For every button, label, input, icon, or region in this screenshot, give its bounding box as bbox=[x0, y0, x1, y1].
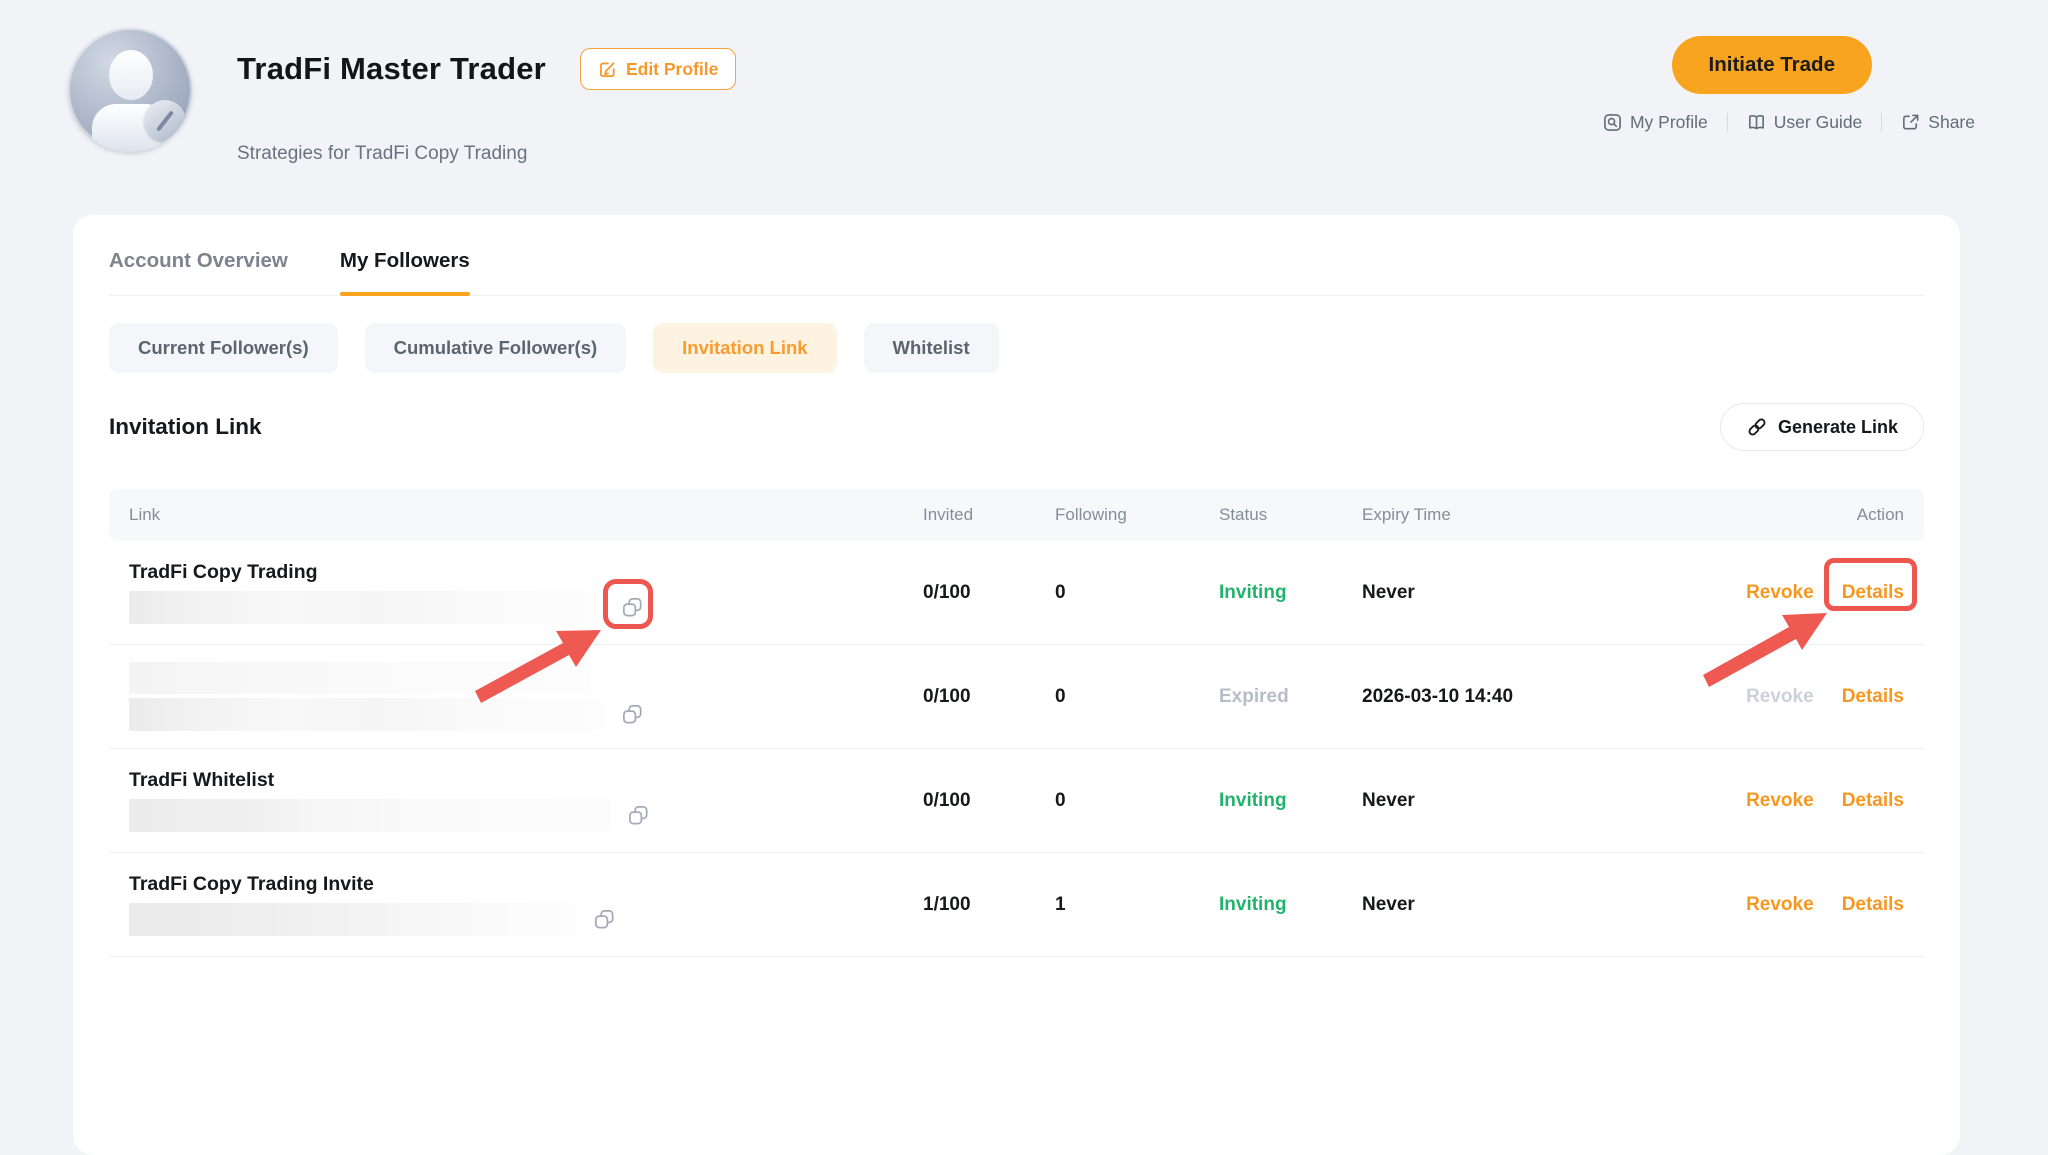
redacted-link bbox=[129, 799, 611, 832]
invited-value: 0/100 bbox=[903, 790, 1035, 812]
expiry-value: Never bbox=[1342, 790, 1729, 812]
table-row: 0/100 0 Expired 2026-03-10 14:40 Revoke … bbox=[109, 645, 1924, 749]
my-profile-label: My Profile bbox=[1630, 112, 1708, 133]
trader-avatar bbox=[68, 28, 192, 152]
details-button[interactable]: Details bbox=[1842, 686, 1904, 708]
table-header: Link Invited Following Status Expiry Tim… bbox=[109, 489, 1924, 541]
my-profile-link[interactable]: My Profile bbox=[1603, 112, 1708, 133]
status-badge: Inviting bbox=[1199, 894, 1342, 916]
page-title: TradFi Master Trader bbox=[237, 51, 546, 87]
chain-link-icon bbox=[1746, 416, 1768, 438]
redacted-link bbox=[129, 591, 605, 624]
table-row: TradFi Whitelist 0/100 0 Inviting Never … bbox=[109, 749, 1924, 853]
link-name: TradFi Copy Trading Invite bbox=[129, 873, 903, 896]
column-header-link: Link bbox=[109, 505, 903, 525]
divider bbox=[1881, 113, 1882, 132]
table-row: TradFi Copy Trading Invite 1/100 1 Invit… bbox=[109, 853, 1924, 957]
share-link[interactable]: Share bbox=[1901, 112, 1975, 133]
status-badge: Inviting bbox=[1199, 790, 1342, 812]
invited-value: 0/100 bbox=[903, 582, 1035, 604]
following-value: 0 bbox=[1035, 582, 1199, 604]
column-header-action: Action bbox=[1729, 505, 1924, 525]
edit-profile-label: Edit Profile bbox=[626, 59, 718, 80]
tab-bar: Account Overview My Followers bbox=[109, 215, 1924, 296]
user-guide-label: User Guide bbox=[1774, 112, 1863, 133]
redacted-link bbox=[129, 698, 605, 731]
expiry-value: Never bbox=[1342, 582, 1729, 604]
copy-link-icon[interactable] bbox=[621, 703, 644, 726]
expiry-value: 2026-03-10 14:40 bbox=[1342, 686, 1729, 708]
redacted-link-name bbox=[129, 662, 591, 694]
book-icon bbox=[1747, 113, 1766, 132]
avatar-head-shape bbox=[109, 50, 153, 100]
link-name: TradFi Copy Trading bbox=[129, 561, 903, 584]
followers-card: Account Overview My Followers Current Fo… bbox=[73, 215, 1960, 1155]
tab-account-overview[interactable]: Account Overview bbox=[109, 249, 288, 295]
copy-link-icon[interactable] bbox=[627, 804, 650, 827]
header-links: My Profile User Guide Share bbox=[1603, 112, 1975, 133]
details-button[interactable]: Details bbox=[1842, 582, 1904, 604]
follower-filters: Current Follower(s) Cumulative Follower(… bbox=[109, 323, 1924, 373]
status-badge: Expired bbox=[1199, 686, 1342, 708]
divider bbox=[1727, 113, 1728, 132]
expiry-value: Never bbox=[1342, 894, 1729, 916]
revoke-button-disabled: Revoke bbox=[1746, 686, 1814, 708]
redacted-link bbox=[129, 903, 577, 936]
profile-search-icon bbox=[1603, 113, 1622, 132]
column-header-invited: Invited bbox=[903, 505, 1035, 525]
column-header-following: Following bbox=[1035, 505, 1199, 525]
filter-current-followers[interactable]: Current Follower(s) bbox=[109, 323, 338, 373]
invited-value: 0/100 bbox=[903, 686, 1035, 708]
details-button[interactable]: Details bbox=[1842, 790, 1904, 812]
revoke-button[interactable]: Revoke bbox=[1746, 790, 1814, 812]
filter-invitation-link[interactable]: Invitation Link bbox=[653, 323, 836, 373]
share-label: Share bbox=[1928, 112, 1975, 133]
filter-cumulative-followers[interactable]: Cumulative Follower(s) bbox=[365, 323, 627, 373]
revoke-button[interactable]: Revoke bbox=[1746, 894, 1814, 916]
edit-pencil-icon bbox=[598, 60, 617, 79]
following-value: 0 bbox=[1035, 686, 1199, 708]
invitation-link-page: { "header": { "title": "TradFi Master Tr… bbox=[0, 0, 2048, 1109]
generate-link-label: Generate Link bbox=[1778, 417, 1898, 438]
invited-value: 1/100 bbox=[903, 894, 1035, 916]
following-value: 1 bbox=[1035, 894, 1199, 916]
avatar-edit-badge-icon bbox=[144, 100, 186, 142]
initiate-trade-button[interactable]: Initiate Trade bbox=[1672, 36, 1872, 94]
copy-link-icon[interactable] bbox=[593, 908, 616, 931]
external-link-icon bbox=[1901, 113, 1920, 132]
section-title: Invitation Link bbox=[109, 414, 262, 440]
copy-link-icon[interactable] bbox=[621, 596, 644, 619]
tab-my-followers[interactable]: My Followers bbox=[340, 249, 470, 295]
invitation-link-table: Link Invited Following Status Expiry Tim… bbox=[109, 489, 1924, 957]
link-name: TradFi Whitelist bbox=[129, 769, 903, 792]
status-badge: Inviting bbox=[1199, 582, 1342, 604]
table-row: TradFi Copy Trading 0/100 0 Inviting Nev… bbox=[109, 541, 1924, 645]
details-button[interactable]: Details bbox=[1842, 894, 1904, 916]
filter-whitelist[interactable]: Whitelist bbox=[864, 323, 999, 373]
revoke-button[interactable]: Revoke bbox=[1746, 582, 1814, 604]
following-value: 0 bbox=[1035, 790, 1199, 812]
user-guide-link[interactable]: User Guide bbox=[1747, 112, 1863, 133]
trader-subtitle: Strategies for TradFi Copy Trading bbox=[237, 143, 527, 165]
edit-profile-button[interactable]: Edit Profile bbox=[580, 48, 736, 90]
column-header-expiry: Expiry Time bbox=[1342, 505, 1729, 525]
column-header-status: Status bbox=[1199, 505, 1342, 525]
generate-link-button[interactable]: Generate Link bbox=[1720, 403, 1924, 451]
